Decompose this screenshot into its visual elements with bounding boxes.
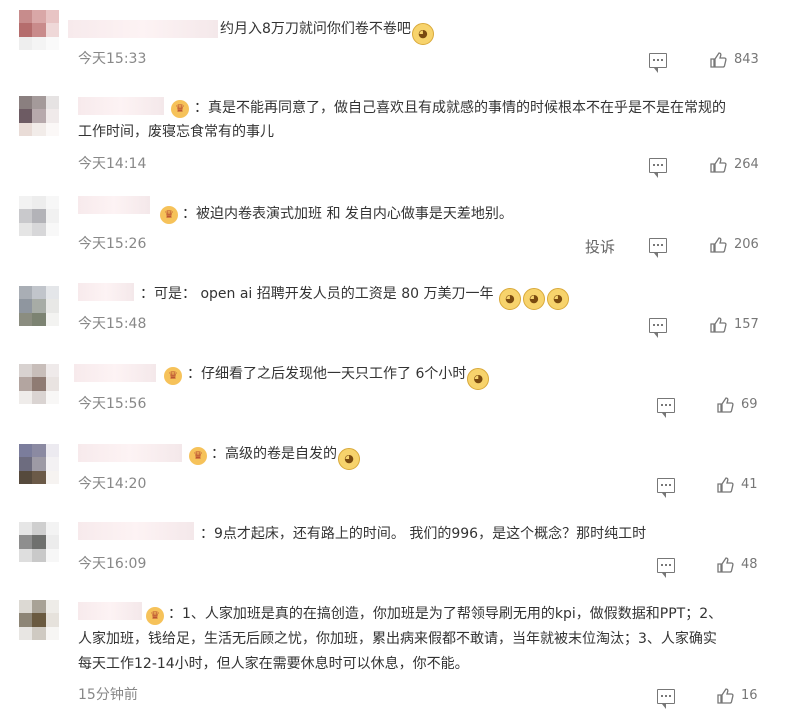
comment-text: ：9点才起床，还有路上的时间。 我们的996，是这个概念？那时纯工时 [200, 526, 647, 542]
avatar[interactable] [19, 196, 59, 236]
report-button[interactable]: 投诉 [585, 236, 615, 257]
comment-text: ：可是： open ai 招聘开发人员的工资是 80 万美刀一年 ◕ ◕ ◕ [140, 282, 570, 310]
comment-text: ：真是不能再同意了，做自己喜欢且有成就感的事情的时候根本不在乎是不是在常规的 [194, 100, 726, 116]
like-count: 16 [741, 688, 758, 703]
comment-text: 每天工作12-14小时，但人家在需要休息时可以休息，你不能。 [78, 656, 469, 672]
comment-icon[interactable] [649, 238, 667, 258]
comment-text: ：1、人家加班是真的在搞创造，你加班是为了帮领导刷无用的kpi，做假数据和PPT… [168, 606, 723, 622]
comment-time: 今天14:20 [78, 476, 147, 492]
vip-crown-icon: ♛ [146, 607, 164, 625]
thumbs-up-icon[interactable] [716, 556, 734, 574]
doge-emoji: ◕ [522, 288, 545, 310]
username[interactable] [78, 196, 150, 214]
thumbs-up-icon[interactable] [716, 396, 734, 414]
comment-time: 今天14:14 [78, 156, 147, 172]
username[interactable] [78, 444, 182, 462]
vip-crown-icon: ♛ [164, 367, 182, 385]
avatar[interactable] [19, 10, 59, 50]
thumbs-up-icon[interactable] [709, 236, 727, 254]
comment-time: 今天15:48 [78, 316, 147, 332]
thumbs-up-icon[interactable] [709, 316, 727, 334]
doge-emoji: ◕ [498, 288, 521, 310]
like-count: 843 [734, 52, 759, 67]
username[interactable] [78, 602, 142, 620]
doge-emoji: ◕ [546, 288, 569, 310]
comment-time: 今天15:26 [78, 236, 147, 252]
comment-icon[interactable] [657, 689, 675, 709]
doge-emoji: ◕ [338, 448, 360, 470]
username[interactable] [78, 522, 194, 540]
username[interactable] [78, 283, 134, 301]
comment-text: 工作时间，废寝忘食常有的事儿 [78, 124, 274, 140]
comment-icon[interactable] [649, 318, 667, 338]
like-count: 41 [741, 477, 758, 492]
like-count: 48 [741, 557, 758, 572]
thumbs-up-icon[interactable] [709, 156, 727, 174]
comment-text: 约月入8万刀就问你们卷不卷吧 ◕ [220, 17, 435, 45]
comment-time: 今天16:09 [78, 556, 147, 572]
comment-icon[interactable] [649, 158, 667, 178]
comment-time: 今天15:56 [78, 396, 147, 412]
comment-icon[interactable] [657, 478, 675, 498]
doge-emoji: ◕ [411, 23, 434, 45]
thumbs-up-icon[interactable] [709, 51, 727, 69]
avatar[interactable] [19, 364, 59, 404]
avatar[interactable] [19, 600, 59, 640]
avatar[interactable] [19, 96, 59, 136]
vip-crown-icon: ♛ [160, 206, 178, 224]
like-count: 264 [734, 157, 759, 172]
comment-text: ：仔细看了之后发现他一天只工作了 6个小时 ◕ [187, 362, 490, 390]
vip-crown-icon: ♛ [171, 100, 189, 118]
comment-text: ：高级的卷是自发的 ◕ [211, 442, 361, 470]
avatar[interactable] [19, 522, 59, 562]
comment-icon[interactable] [657, 398, 675, 418]
username[interactable] [68, 20, 218, 38]
comment-text: 人家加班，钱给足，生活无后顾之忧，你加班，累出病来假都不敢请，当年就被末位淘汰；… [78, 631, 717, 647]
like-count: 157 [734, 317, 759, 332]
comment-text: ：被迫内卷表演式加班 和 发自内心做事是天差地别。 [182, 206, 513, 222]
comment-time: 15分钟前 [78, 687, 138, 703]
username[interactable] [78, 97, 164, 115]
comment-icon[interactable] [657, 558, 675, 578]
doge-emoji: ◕ [467, 368, 490, 390]
avatar[interactable] [19, 444, 59, 484]
like-count: 69 [741, 397, 758, 412]
comment-time: 今天15:33 [78, 51, 147, 67]
thumbs-up-icon[interactable] [716, 687, 734, 705]
avatar[interactable] [19, 286, 59, 326]
comment-icon[interactable] [649, 53, 667, 73]
like-count: 206 [734, 237, 759, 252]
vip-crown-icon: ♛ [189, 447, 207, 465]
thumbs-up-icon[interactable] [716, 476, 734, 494]
username[interactable] [74, 364, 156, 382]
